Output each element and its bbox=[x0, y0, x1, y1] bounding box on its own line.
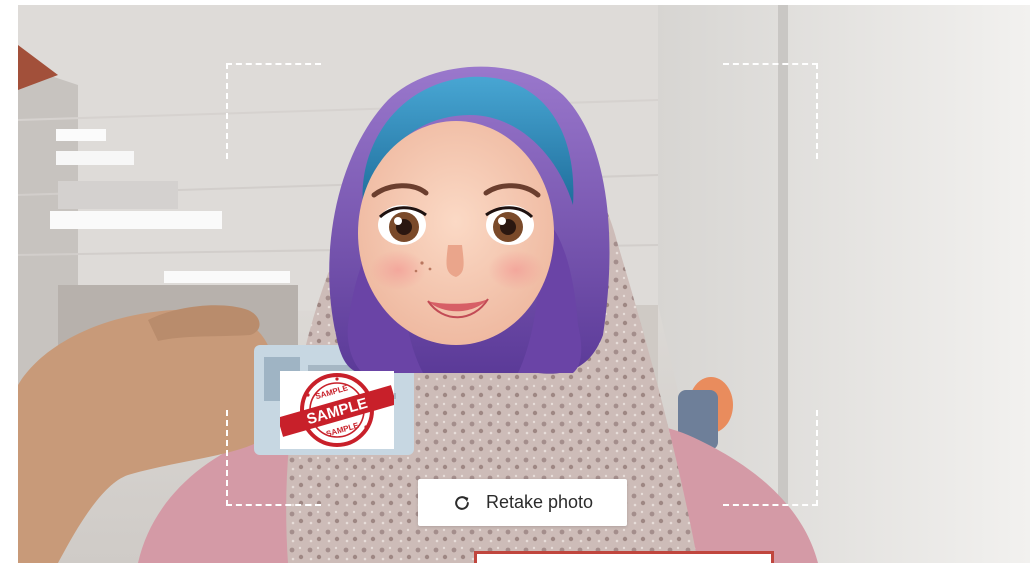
frame-corner-top-left bbox=[226, 63, 321, 159]
refresh-icon bbox=[455, 495, 469, 510]
sample-stamp-icon: SAMPLE SAMPLE SAMPLE bbox=[277, 373, 397, 447]
retake-photo-button[interactable]: Retake photo bbox=[418, 479, 627, 526]
retake-photo-label: Retake photo bbox=[485, 492, 594, 512]
sample-stamp: SAMPLE SAMPLE SAMPLE bbox=[277, 371, 397, 449]
camera-preview: SAMPLE SAMPLE SAMPLE Retake photo bbox=[18, 5, 1030, 563]
bottom-panel-edge bbox=[474, 551, 774, 563]
frame-corner-top-right bbox=[723, 63, 818, 159]
stamp-top-text: SAMPLE bbox=[314, 383, 349, 401]
frame-corner-bottom-right bbox=[723, 410, 818, 506]
